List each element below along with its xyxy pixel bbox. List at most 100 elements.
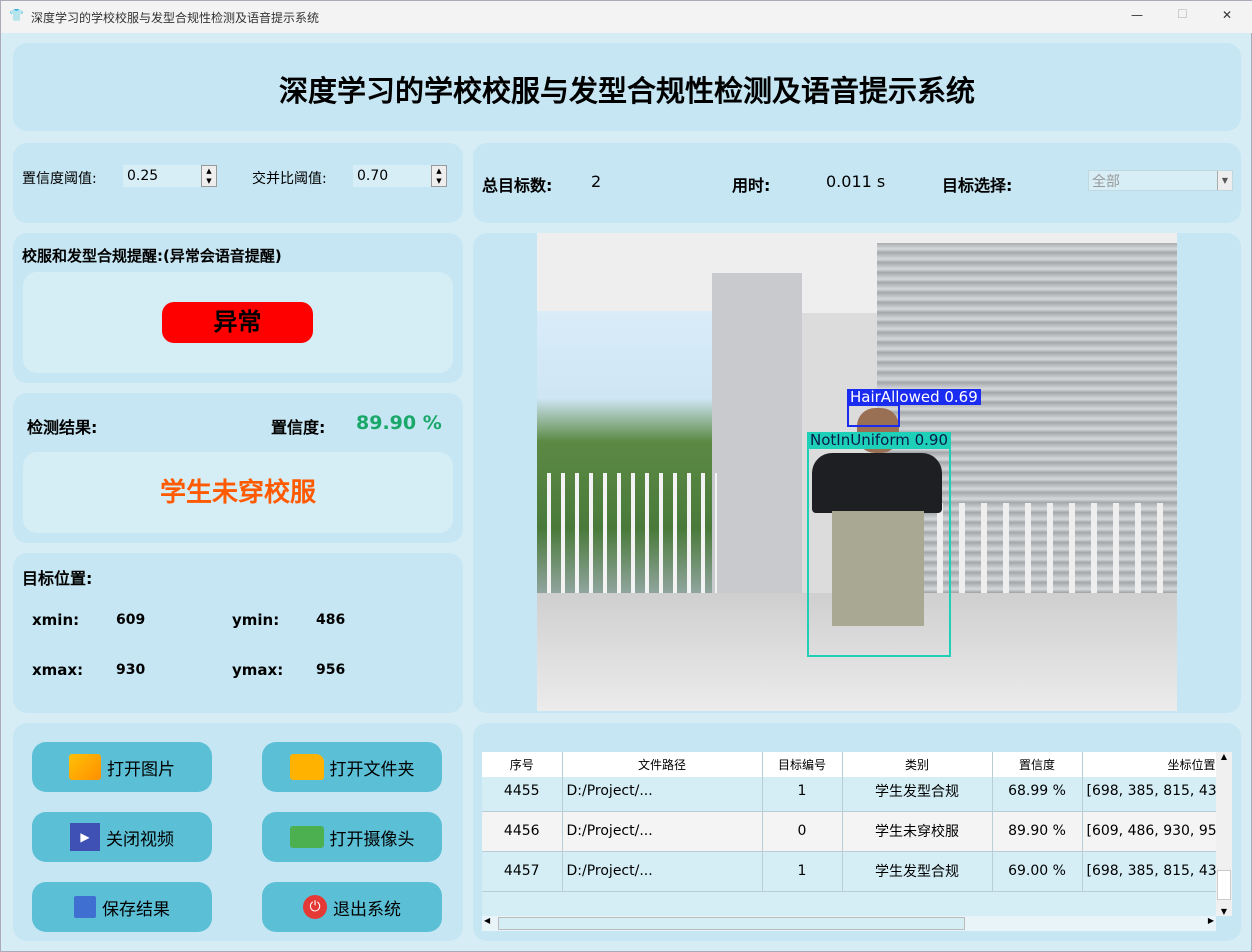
vertical-scrollbar[interactable]: ▲ ▼ xyxy=(1216,752,1232,916)
iou-threshold-input[interactable]: 0.70 xyxy=(353,165,443,187)
xmin-value: 609 xyxy=(116,612,146,628)
table-cell: 1 xyxy=(762,851,843,892)
horizontal-scroll-thumb[interactable] xyxy=(498,917,965,930)
ymax-label: ymax: xyxy=(232,661,284,679)
exit-label: 退出系统 xyxy=(333,899,401,920)
table-cell: 4455 xyxy=(482,771,563,812)
save-label: 保存结果 xyxy=(102,899,170,920)
image-icon xyxy=(69,754,101,780)
detection-label-uniform: NotInUniform 0.90 xyxy=(807,432,952,448)
column-header[interactable]: 类别 xyxy=(842,752,993,777)
table-row[interactable]: 4456 D:/Project/... 0 学生未穿校服 89.90 % [609, 48… xyxy=(482,811,1216,852)
table-cell: 学生发型合规 xyxy=(842,771,993,812)
horizontal-scrollbar[interactable]: ◀ ▶ xyxy=(482,916,1216,931)
time-label: 用时: xyxy=(732,176,771,195)
buttons-panel: 打开图片 打开文件夹 ▶ 关闭视频 打开摄像头 保存结果 ⏻ 退出系统 xyxy=(13,723,463,941)
alert-panel: 校服和发型合规提醒:(异常会语音提醒) 异常 xyxy=(13,233,463,383)
result-panel: 检测结果: 置信度: 89.90 % 学生未穿校服 xyxy=(13,393,463,543)
settings-panel: 置信度阈值: 0.25 ▲ ▼ 交并比阈值: 0.70 ▲ ▼ xyxy=(13,143,463,223)
table-cell: 学生未穿校服 xyxy=(842,811,993,852)
conf-threshold-input[interactable]: 0.25 xyxy=(123,165,213,187)
detection-box-hair xyxy=(847,404,900,427)
table-cell: 4457 xyxy=(482,851,563,892)
video-icon: ▶ xyxy=(70,823,100,851)
open-folder-button[interactable]: 打开文件夹 xyxy=(262,742,442,792)
ymin-label: ymin: xyxy=(232,611,280,629)
position-panel: 目标位置: xmin: 609 ymin: 486 xmax: 930 ymax… xyxy=(13,553,463,713)
save-button[interactable]: 保存结果 xyxy=(32,882,212,932)
column-header[interactable]: 文件路径 xyxy=(562,752,763,777)
result-class: 学生未穿校服 xyxy=(159,478,316,508)
page-title: 深度学习的学校校服与发型合规性检测及语音提示系统 xyxy=(278,74,975,108)
app-icon: 👕 xyxy=(9,8,24,22)
open-image-button[interactable]: 打开图片 xyxy=(32,742,212,792)
table-cell: 89.90 % xyxy=(992,811,1083,852)
column-header[interactable]: 序号 xyxy=(482,752,563,777)
table-row[interactable]: 4457 D:/Project/... 1 学生发型合规 69.00 % [698, 38… xyxy=(482,851,1216,892)
close-button[interactable]: ✕ xyxy=(1222,8,1232,22)
exit-button[interactable]: ⏻ 退出系统 xyxy=(262,882,442,932)
position-title: 目标位置: xyxy=(22,569,93,588)
window-title: 深度学习的学校校服与发型合规性检测及语音提示系统 xyxy=(31,11,320,25)
table-cell: D:/Project/... xyxy=(562,811,763,852)
header-panel: 深度学习的学校校服与发型合规性检测及语音提示系统 xyxy=(13,43,1241,131)
ymax-value: 956 xyxy=(316,662,346,678)
xmax-label: xmax: xyxy=(32,661,84,679)
save-icon xyxy=(74,896,96,918)
table-cell: [698, 385, 815, 438] xyxy=(1082,851,1216,892)
table-cell: 69.00 % xyxy=(992,851,1083,892)
detection-box-uniform xyxy=(807,447,951,657)
open-folder-label: 打开文件夹 xyxy=(329,759,415,780)
conf-spinner[interactable]: ▲ ▼ xyxy=(201,165,217,187)
total-label: 总目标数: xyxy=(482,176,553,195)
conf-label: 置信度阈值: xyxy=(22,171,97,187)
alert-status-badge: 异常 xyxy=(162,302,313,343)
iou-label: 交并比阈值: xyxy=(252,171,327,187)
image-panel: NotInUniform 0.90 HairAllowed 0.69 xyxy=(473,233,1241,713)
alert-title: 校服和发型合规提醒:(异常会语音提醒) xyxy=(22,247,282,265)
confidence-value: 89.90 % xyxy=(356,412,442,434)
vertical-scroll-thumb[interactable] xyxy=(1217,870,1231,900)
table-panel: 4454D:/Project/...0学生未穿校服89.91 %[609, 48… xyxy=(473,723,1241,941)
detection-label-hair: HairAllowed 0.69 xyxy=(847,389,981,405)
open-camera-button[interactable]: 打开摄像头 xyxy=(262,812,442,862)
target-select-label: 目标选择: xyxy=(942,176,1013,195)
maximize-button[interactable]: ☐ xyxy=(1177,7,1188,21)
table-cell: 68.99 % xyxy=(992,771,1083,812)
detection-image: NotInUniform 0.90 HairAllowed 0.69 xyxy=(537,233,1177,711)
table-cell: 1 xyxy=(762,771,843,812)
open-camera-label: 打开摄像头 xyxy=(329,829,415,850)
result-box: 学生未穿校服 xyxy=(23,452,453,533)
xmin-label: xmin: xyxy=(32,611,80,629)
close-video-label: 关闭视频 xyxy=(106,829,174,850)
table-cell: 4456 xyxy=(482,811,563,852)
table-row[interactable]: 4455 D:/Project/... 1 学生发型合规 68.99 % [698, 38… xyxy=(482,771,1216,812)
results-table: 4454D:/Project/...0学生未穿校服89.91 %[609, 48… xyxy=(482,752,1216,916)
column-header[interactable]: 坐标位置 xyxy=(1082,752,1216,777)
table-cell: [609, 486, 930, 956] xyxy=(1082,811,1216,852)
target-select-dropdown[interactable]: 全部 ▼ xyxy=(1088,170,1233,191)
table-cell: D:/Project/... xyxy=(562,851,763,892)
open-image-label: 打开图片 xyxy=(107,759,175,780)
folder-icon xyxy=(289,754,324,780)
table-cell: 0 xyxy=(762,811,843,852)
column-header[interactable]: 置信度 xyxy=(992,752,1083,777)
camera-icon xyxy=(289,826,324,848)
total-value: 2 xyxy=(591,172,602,191)
power-icon: ⏻ xyxy=(303,895,327,919)
target-select-value: 全部 xyxy=(1092,174,1120,190)
chevron-down-icon[interactable]: ▼ xyxy=(1217,171,1232,190)
time-value: 0.011 s xyxy=(826,172,886,191)
ymin-value: 486 xyxy=(316,612,346,628)
alert-box: 异常 xyxy=(23,272,453,373)
confidence-label: 置信度: xyxy=(271,418,326,437)
table-cell: D:/Project/... xyxy=(562,771,763,812)
close-video-button[interactable]: ▶ 关闭视频 xyxy=(32,812,212,862)
xmax-value: 930 xyxy=(116,662,146,678)
stats-panel: 总目标数: 2 用时: 0.011 s 目标选择: 全部 ▼ xyxy=(473,143,1241,223)
iou-spinner[interactable]: ▲ ▼ xyxy=(431,165,447,187)
minimize-button[interactable]: — xyxy=(1131,8,1143,22)
table-cell: 学生发型合规 xyxy=(842,851,993,892)
table-cell: [698, 385, 815, 438] xyxy=(1082,771,1216,812)
column-header[interactable]: 目标编号 xyxy=(762,752,843,777)
